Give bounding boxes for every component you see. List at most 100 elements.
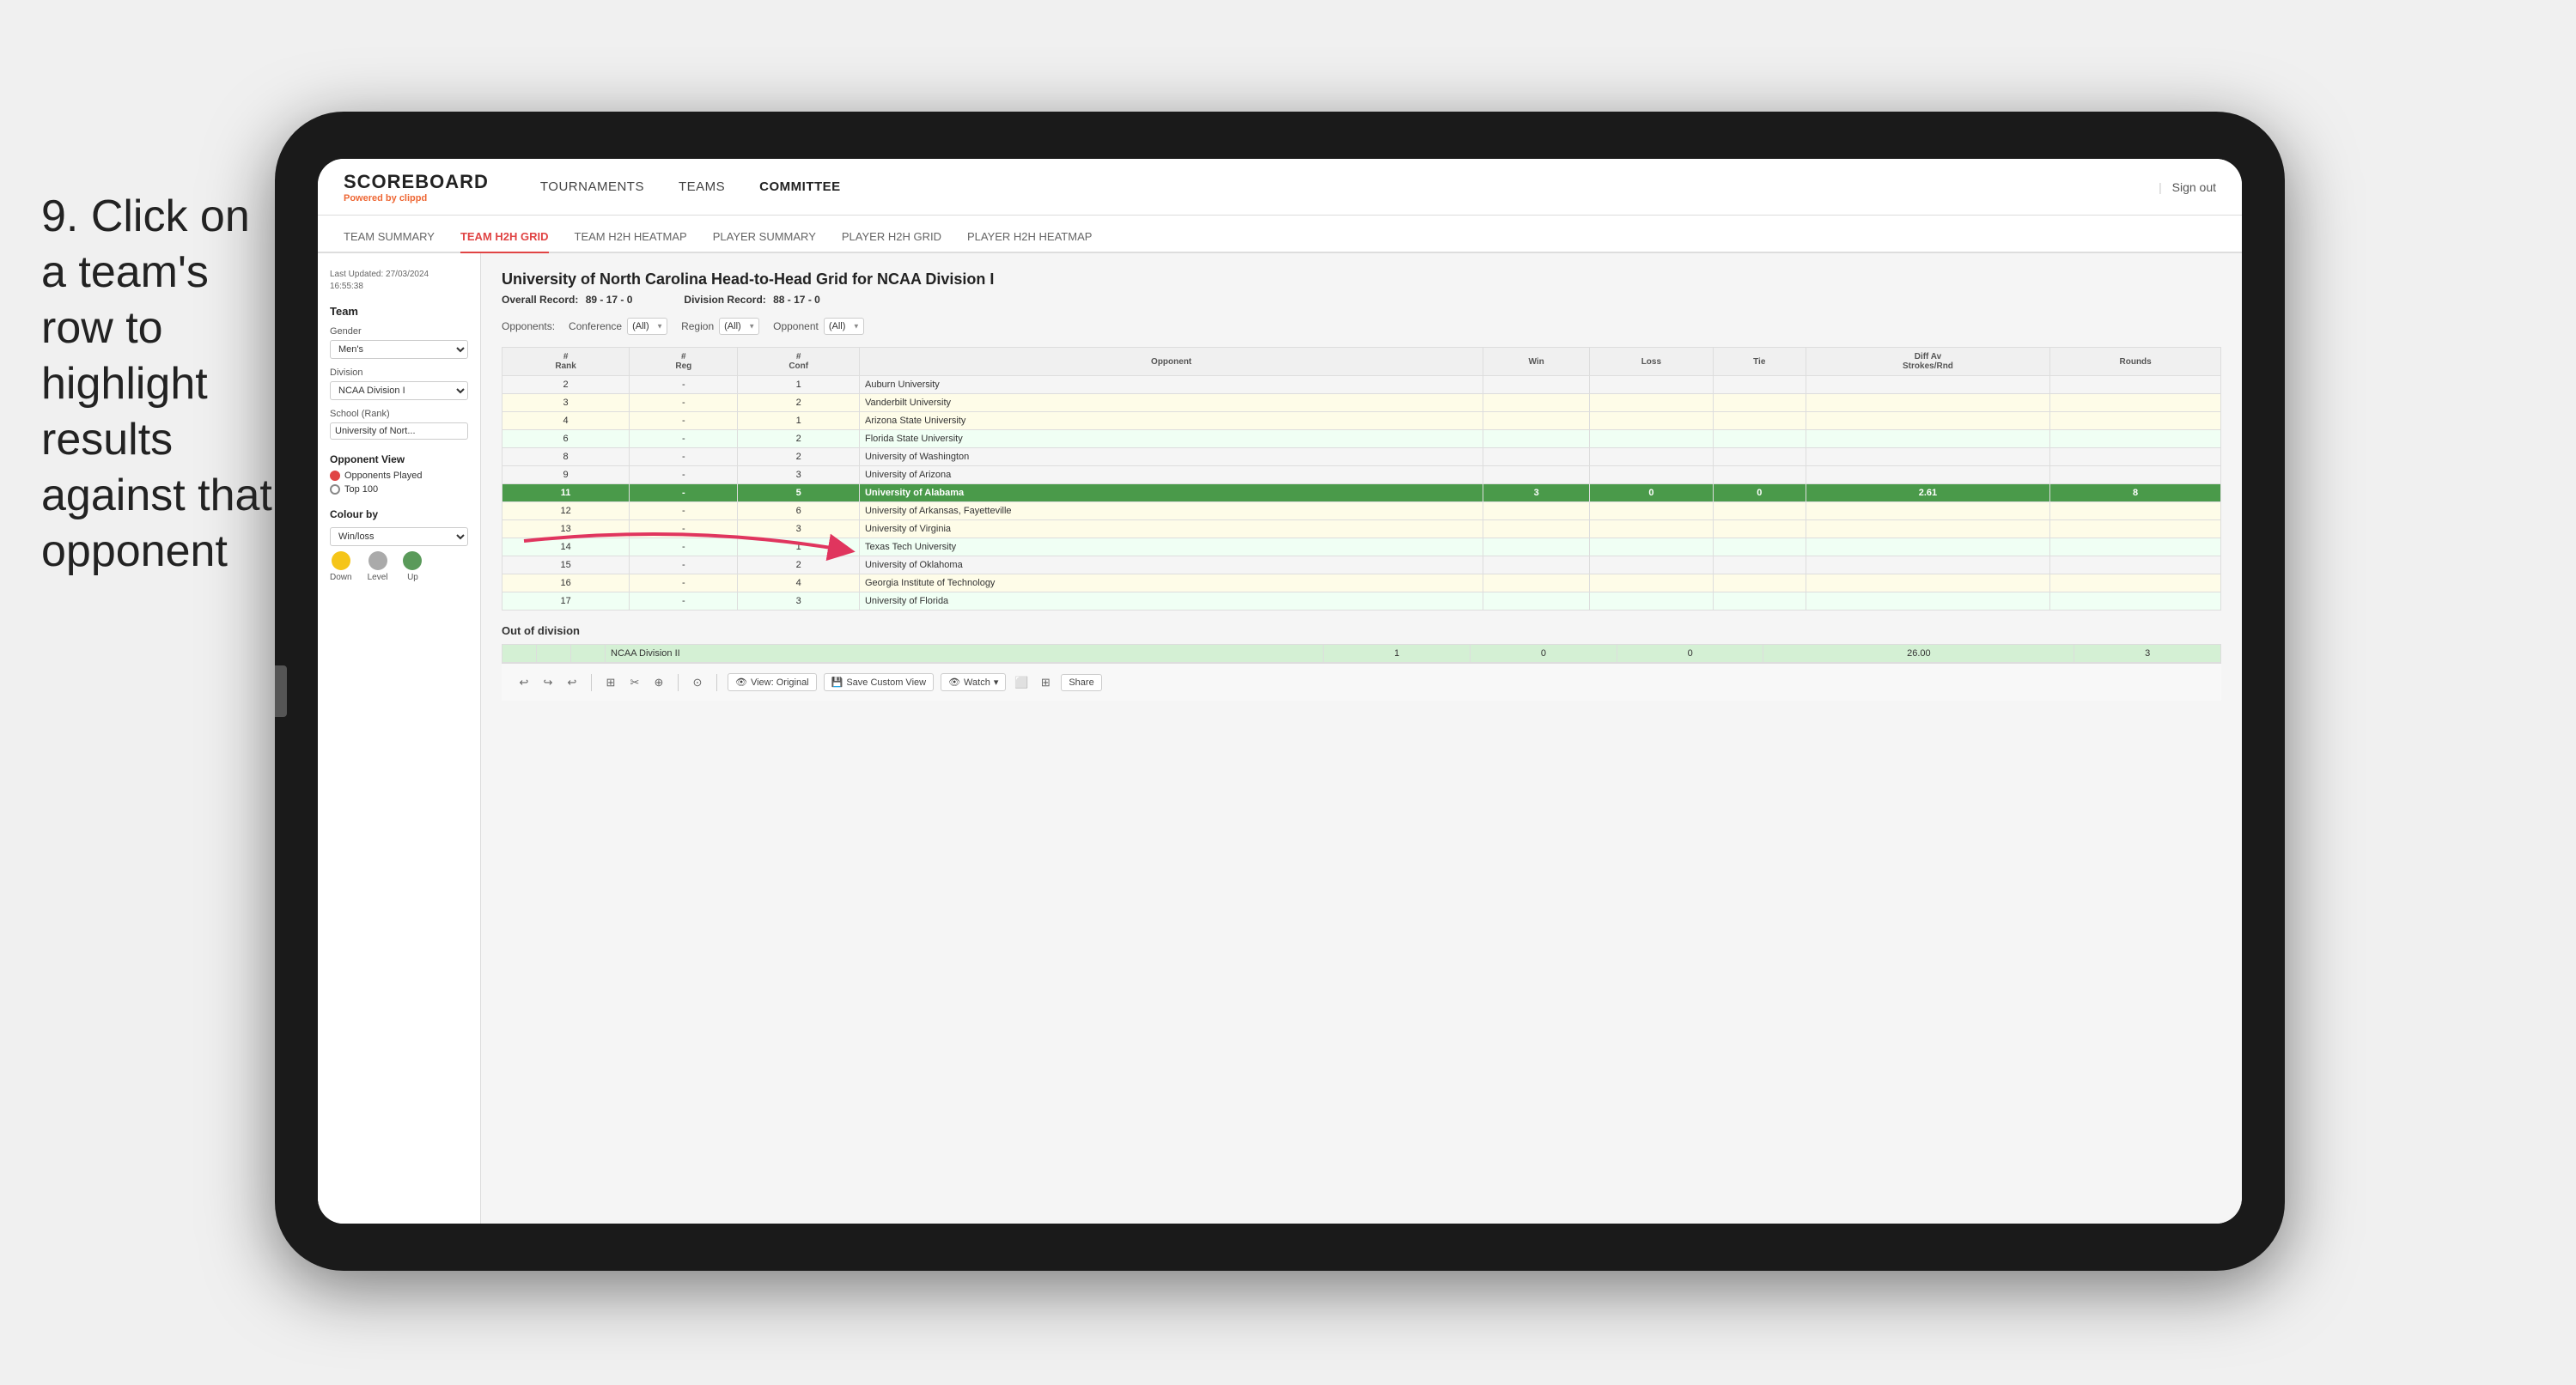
- legend-down-dot: [332, 551, 350, 570]
- sidebar-division-label: Division: [330, 368, 468, 378]
- td-conf: 3: [738, 592, 860, 610]
- td-win: [1483, 574, 1590, 592]
- tab-player-h2h-heatmap[interactable]: PLAYER H2H HEATMAP: [967, 230, 1092, 253]
- td-conf: 1: [738, 538, 860, 556]
- td-conf: 5: [738, 484, 860, 502]
- table-row[interactable]: 17-3University of Florida: [502, 592, 2221, 610]
- td-opponent: University of Washington: [859, 448, 1483, 466]
- table-row[interactable]: 16-4Georgia Institute of Technology: [502, 574, 2221, 592]
- th-conf: #Conf: [738, 348, 860, 376]
- table-row[interactable]: 11-5University of Alabama3002.618: [502, 484, 2221, 502]
- td-opponent: University of Oklahoma: [859, 556, 1483, 574]
- top100-radio[interactable]: Top 100: [330, 484, 468, 495]
- td-reg: -: [630, 538, 738, 556]
- tab-player-summary[interactable]: PLAYER SUMMARY: [713, 230, 816, 253]
- td-reg: -: [630, 376, 738, 394]
- out-of-division-row[interactable]: NCAA Division II 1 0 0 26.00 3: [502, 645, 2221, 663]
- conference-select[interactable]: (All): [627, 318, 667, 335]
- sidebar: Last Updated: 27/03/2024 16:55:38 Team G…: [318, 253, 481, 1224]
- td-rank: 14: [502, 538, 630, 556]
- sign-out-link[interactable]: Sign out: [2172, 180, 2216, 194]
- division-select[interactable]: NCAA Division I: [330, 381, 468, 400]
- table-row[interactable]: 8-2University of Washington: [502, 448, 2221, 466]
- tab-team-h2h-heatmap[interactable]: TEAM H2H HEATMAP: [575, 230, 687, 253]
- td-loss: [1589, 574, 1713, 592]
- table-row[interactable]: 14-1Texas Tech University: [502, 538, 2221, 556]
- nav-link-teams[interactable]: TEAMS: [679, 179, 725, 194]
- td-loss: [1589, 376, 1713, 394]
- table-row[interactable]: 13-3University of Virginia: [502, 520, 2221, 538]
- table-row[interactable]: 9-3University of Arizona: [502, 466, 2221, 484]
- td-rounds: [2050, 430, 2221, 448]
- td-rank: 6: [502, 430, 630, 448]
- td-diff: [1806, 412, 2050, 430]
- toolbar-divider-3: [716, 674, 717, 691]
- td-diff: [1806, 538, 2050, 556]
- td-opponent: Texas Tech University: [859, 538, 1483, 556]
- opponent-select[interactable]: (All): [824, 318, 864, 335]
- td-tie: [1713, 448, 1806, 466]
- td-tie: 0: [1713, 484, 1806, 502]
- redo-icon[interactable]: ↪: [539, 674, 557, 691]
- watch-arrow: ▾: [994, 677, 999, 688]
- region-label: Region: [681, 320, 714, 332]
- td-diff: [1806, 376, 2050, 394]
- td-rounds: [2050, 394, 2221, 412]
- paste-icon[interactable]: ⊕: [650, 674, 667, 691]
- th-rank: #Rank: [502, 348, 630, 376]
- td-tie: [1713, 394, 1806, 412]
- table-row[interactable]: 6-2Florida State University: [502, 430, 2221, 448]
- tablet-frame: SCOREBOARD Powered by clippd TOURNAMENTS…: [275, 112, 2285, 1271]
- td-opponent: University of Arizona: [859, 466, 1483, 484]
- toolbar-icon-extra2[interactable]: ⊞: [1037, 674, 1054, 691]
- nav-right: | Sign out: [2159, 180, 2216, 194]
- colour-by-select[interactable]: Win/loss: [330, 527, 468, 546]
- clock-icon[interactable]: ⊙: [689, 674, 706, 691]
- region-select-wrap: (All): [719, 318, 759, 335]
- conference-filter-group: Conference (All): [569, 318, 667, 335]
- table-row[interactable]: 15-2University of Oklahoma: [502, 556, 2221, 574]
- tab-team-h2h-grid[interactable]: TEAM H2H GRID: [460, 230, 549, 253]
- table-row[interactable]: 2-1Auburn University: [502, 376, 2221, 394]
- tablet-screen: SCOREBOARD Powered by clippd TOURNAMENTS…: [318, 159, 2242, 1224]
- undo2-icon[interactable]: ↩: [563, 674, 581, 691]
- toolbar-icon-extra[interactable]: ⬜: [1013, 674, 1030, 691]
- td-rounds: [2050, 574, 2221, 592]
- tab-team-summary[interactable]: TEAM SUMMARY: [344, 230, 435, 253]
- td-reg: -: [630, 448, 738, 466]
- td-reg: -: [630, 592, 738, 610]
- th-win: Win: [1483, 348, 1590, 376]
- scissors-icon[interactable]: ✂: [626, 674, 643, 691]
- td-rank: 17: [502, 592, 630, 610]
- td-win: [1483, 556, 1590, 574]
- legend-level: Level: [368, 551, 388, 582]
- td-diff: [1806, 394, 2050, 412]
- td-tie: [1713, 376, 1806, 394]
- undo-icon[interactable]: ↩: [515, 674, 533, 691]
- region-select[interactable]: (All): [719, 318, 759, 335]
- td-reg: -: [630, 412, 738, 430]
- view-original-btn[interactable]: 👁 View: Original: [728, 673, 817, 691]
- watch-btn[interactable]: 👁 Watch ▾: [941, 673, 1006, 691]
- ood-conf: [571, 645, 606, 663]
- td-tie: [1713, 466, 1806, 484]
- legend-up: Up: [403, 551, 422, 582]
- table-row[interactable]: 12-6University of Arkansas, Fayetteville: [502, 502, 2221, 520]
- tab-player-h2h-grid[interactable]: PLAYER H2H GRID: [842, 230, 941, 253]
- td-rounds: 8: [2050, 484, 2221, 502]
- th-tie: Tie: [1713, 348, 1806, 376]
- nav-link-tournaments[interactable]: TOURNAMENTS: [540, 179, 644, 194]
- td-reg: -: [630, 520, 738, 538]
- table-row[interactable]: 4-1Arizona State University: [502, 412, 2221, 430]
- opponents-played-radio[interactable]: Opponents Played: [330, 471, 468, 481]
- td-opponent: University of Virginia: [859, 520, 1483, 538]
- share-btn[interactable]: Share: [1061, 674, 1101, 691]
- opponent-select-wrap: (All): [824, 318, 864, 335]
- nav-link-committee[interactable]: COMMITTEE: [759, 179, 841, 194]
- table-row[interactable]: 3-2Vanderbilt University: [502, 394, 2221, 412]
- save-custom-view-btn[interactable]: 💾 Save Custom View: [824, 673, 934, 691]
- filter-icon[interactable]: ⊞: [602, 674, 619, 691]
- gender-select[interactable]: Men's: [330, 340, 468, 359]
- td-rounds: [2050, 592, 2221, 610]
- td-conf: 2: [738, 556, 860, 574]
